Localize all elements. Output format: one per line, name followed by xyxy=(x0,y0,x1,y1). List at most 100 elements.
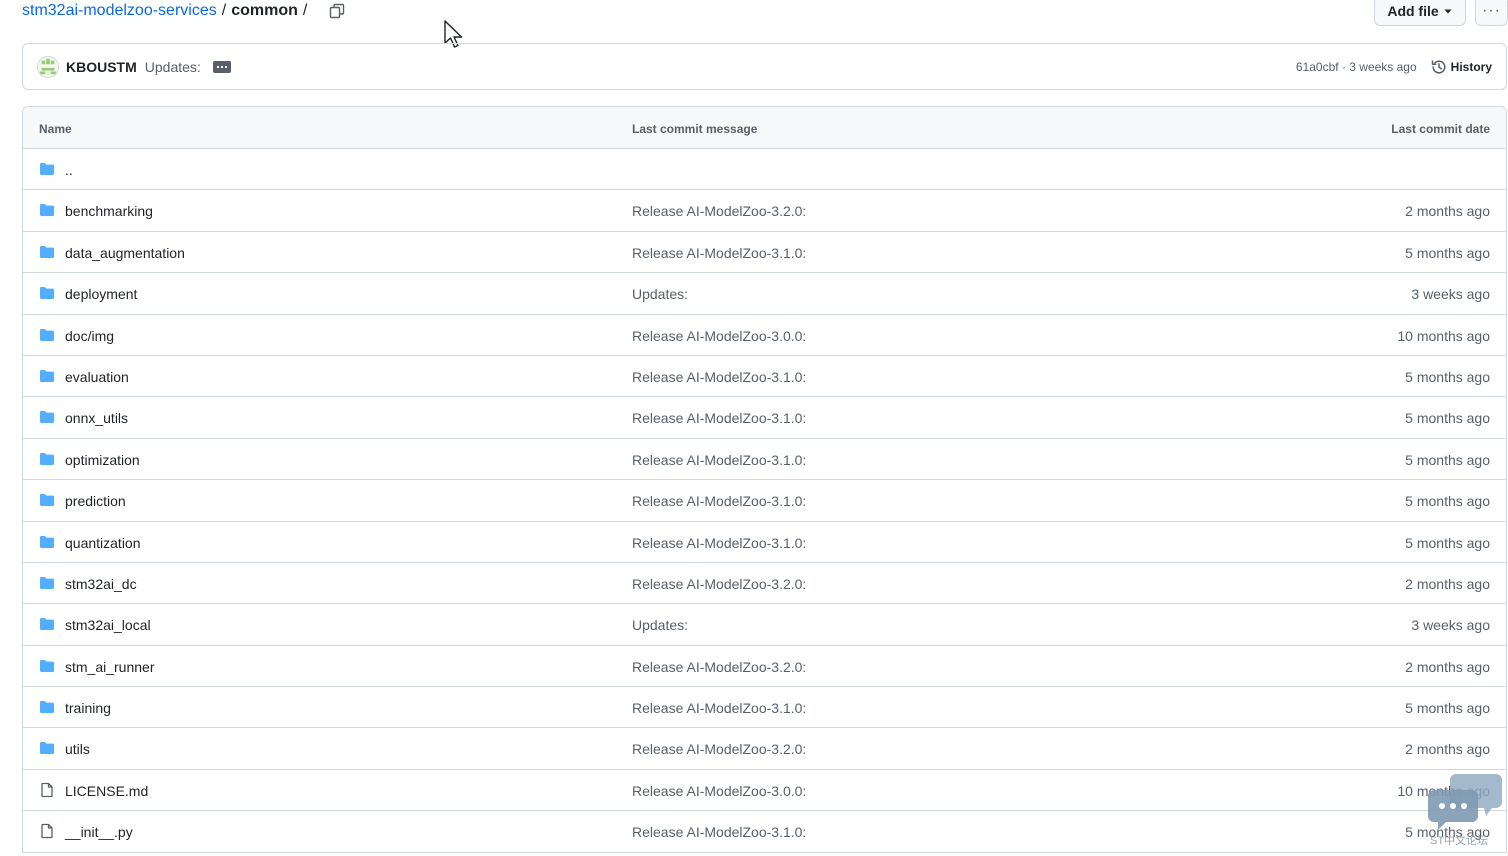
row-commit-message-link[interactable]: Release AI-ModelZoo-3.1.0: xyxy=(632,245,806,261)
folder-icon xyxy=(40,535,54,548)
file-name-link[interactable]: __init__.py xyxy=(65,824,133,840)
row-commit-message-link[interactable]: Release AI-ModelZoo-3.1.0: xyxy=(632,452,806,468)
table-row[interactable]: data_augmentation Release AI-ModelZoo-3.1… xyxy=(23,232,1506,274)
file-icon xyxy=(41,824,53,839)
table-row[interactable]: stm_ai_runner Release AI-ModelZoo-3.2.0: 2… xyxy=(23,646,1506,688)
folder-name-link[interactable]: evaluation xyxy=(65,369,129,385)
folder-icon xyxy=(40,411,54,424)
folder-name-link[interactable]: benchmarking xyxy=(65,203,153,219)
row-commit-date: 2 months ago xyxy=(1405,741,1490,758)
folder-name-link[interactable]: optimization xyxy=(65,452,140,468)
breadcrumb-repo-link[interactable]: stm32ai-modelzoo-services xyxy=(22,2,217,20)
table-row[interactable]: onnx_utils Release AI-ModelZoo-3.1.0: 5 mo… xyxy=(23,397,1506,439)
table-row[interactable]: __init__.py Release AI-ModelZoo-3.1.0: 5 m… xyxy=(23,811,1506,853)
history-icon xyxy=(1431,59,1446,73)
watermark-text: ST中文论坛 xyxy=(1430,835,1489,847)
row-commit-message-link[interactable]: Release AI-ModelZoo-3.1.0: xyxy=(632,493,806,509)
breadcrumb: stm32ai-modelzoo-services / common / xyxy=(22,2,346,20)
more-options-button[interactable]: ··· xyxy=(1475,0,1508,26)
table-row[interactable]: prediction Release AI-ModelZoo-3.1.0: 5 mo… xyxy=(23,480,1506,522)
row-commit-message-link[interactable]: Release AI-ModelZoo-3.0.0: xyxy=(632,783,806,799)
table-row[interactable]: evaluation Release AI-ModelZoo-3.1.0: 5 mo… xyxy=(23,356,1506,398)
row-commit-message-link[interactable]: Release AI-ModelZoo-3.1.0: xyxy=(632,369,806,385)
row-commit-date: 10 months ago xyxy=(1397,327,1490,344)
row-commit-message-link[interactable]: Updates: xyxy=(632,617,688,633)
row-commit-message-link[interactable]: Release AI-ModelZoo-3.1.0: xyxy=(632,535,806,551)
row-commit-message-link[interactable]: Release AI-ModelZoo-3.2.0: xyxy=(632,576,806,592)
avatar-icon xyxy=(38,56,58,77)
folder-name-link[interactable]: .. xyxy=(65,162,73,178)
row-commit-message-link[interactable]: Release AI-ModelZoo-3.1.0: xyxy=(632,700,806,716)
folder-icon xyxy=(40,701,54,714)
folder-icon xyxy=(40,494,54,507)
expand-commit-message-button[interactable] xyxy=(212,60,231,73)
row-commit-message-link[interactable]: Release AI-ModelZoo-3.2.0: xyxy=(632,203,806,219)
folder-icon-wrapper xyxy=(39,368,55,384)
folder-icon xyxy=(40,245,54,258)
folder-name-link[interactable]: onnx_utils xyxy=(65,410,128,426)
row-commit-message-link[interactable]: Release AI-ModelZoo-3.1.0: xyxy=(632,824,806,840)
caret-down-icon xyxy=(1444,9,1452,14)
folder-name-link[interactable]: data_augmentation xyxy=(65,245,185,261)
folder-icon-wrapper xyxy=(39,202,55,218)
row-commit-message-link[interactable]: Release AI-ModelZoo-3.1.0: xyxy=(632,410,806,426)
copy-path-button[interactable] xyxy=(328,2,346,20)
folder-name-link[interactable]: utils xyxy=(65,741,90,757)
folder-name-link[interactable]: doc/img xyxy=(65,328,114,344)
table-row[interactable]: doc/img Release AI-ModelZoo-3.0.0: 10 mont… xyxy=(23,315,1506,356)
table-row[interactable]: benchmarking Release AI-ModelZoo-3.2.0: 2 … xyxy=(23,190,1506,232)
file-icon-wrapper xyxy=(39,823,55,839)
table-row[interactable]: optimization Release AI-ModelZoo-3.1.0: 5 … xyxy=(23,439,1506,481)
folder-icon-wrapper xyxy=(39,699,55,715)
history-button[interactable]: History xyxy=(1431,59,1492,75)
folder-icon xyxy=(40,659,54,672)
folder-name-link[interactable]: stm_ai_runner xyxy=(65,659,155,675)
table-row[interactable]: LICENSE.mdRelease AI-ModelZoo-3.0.0:10 m… xyxy=(23,770,1506,812)
row-commit-message-link[interactable]: Release AI-ModelZoo-3.0.0: xyxy=(632,328,806,344)
table-row[interactable]: stm32ai_dc Release AI-ModelZoo-3.2.0: 2 mo… xyxy=(23,563,1506,605)
column-header-date: Last commit date xyxy=(1391,122,1490,136)
row-commit-date: 2 months ago xyxy=(1405,203,1490,220)
folder-icon-wrapper xyxy=(39,161,55,177)
commit-message[interactable]: Updates: xyxy=(145,59,201,75)
folder-icon-wrapper xyxy=(39,285,55,301)
latest-commit-bar: KBOUSTM Updates: 61a0cbf · 3 weeks ago H… xyxy=(22,43,1507,90)
table-row[interactable]: deployment Updates: 3 weeks ago xyxy=(23,273,1506,315)
folder-name-link[interactable]: deployment xyxy=(65,286,137,302)
folder-icon-wrapper xyxy=(39,451,55,467)
commit-sha-time[interactable]: 61a0cbf · 3 weeks ago xyxy=(1296,60,1417,74)
avatar[interactable] xyxy=(37,55,59,78)
file-name-link[interactable]: LICENSE.md xyxy=(65,783,148,799)
row-commit-date: 5 months ago xyxy=(1405,410,1490,427)
column-header-message: Last commit message xyxy=(632,122,758,136)
folder-icon xyxy=(40,163,54,175)
folder-icon xyxy=(40,742,54,755)
folder-icon xyxy=(40,618,54,631)
folder-name-link[interactable]: stm32ai_local xyxy=(65,617,151,633)
add-file-button[interactable]: Add file xyxy=(1374,0,1466,26)
top-bar: stm32ai-modelzoo-services / common / Add… xyxy=(22,0,1508,34)
row-commit-message-link[interactable]: Release AI-ModelZoo-3.2.0: xyxy=(632,741,806,757)
folder-icon-wrapper xyxy=(39,616,55,632)
folder-icon-wrapper xyxy=(39,492,55,508)
table-row[interactable]: stm32ai_local Updates: 3 weeks ago xyxy=(23,604,1506,646)
column-header-name: Name xyxy=(39,122,72,136)
folder-name-link[interactable]: prediction xyxy=(65,493,126,509)
folder-name-link[interactable]: training xyxy=(65,700,111,716)
row-commit-message-link[interactable]: Updates: xyxy=(632,286,688,302)
table-row[interactable]: utils Release AI-ModelZoo-3.2.0: 2 months … xyxy=(23,728,1506,770)
folder-icon xyxy=(40,328,54,341)
file-table: Name Last commit message Last commit dat… xyxy=(22,106,1507,853)
file-icon-wrapper xyxy=(39,782,55,798)
breadcrumb-separator: / xyxy=(302,2,308,19)
row-commit-date: 5 months ago xyxy=(1405,451,1490,468)
row-commit-date: 3 weeks ago xyxy=(1411,617,1490,634)
table-row[interactable]: quantization Release AI-ModelZoo-3.1.0: 5 … xyxy=(23,522,1506,563)
table-row[interactable]: .. xyxy=(23,149,1506,191)
folder-name-link[interactable]: quantization xyxy=(65,535,141,551)
table-row[interactable]: training Release AI-ModelZoo-3.1.0: 5 mont… xyxy=(23,687,1506,729)
row-commit-message-link[interactable]: Release AI-ModelZoo-3.2.0: xyxy=(632,659,806,675)
row-commit-date: 3 weeks ago xyxy=(1411,286,1490,303)
commit-author[interactable]: KBOUSTM xyxy=(66,59,137,75)
folder-name-link[interactable]: stm32ai_dc xyxy=(65,576,137,592)
